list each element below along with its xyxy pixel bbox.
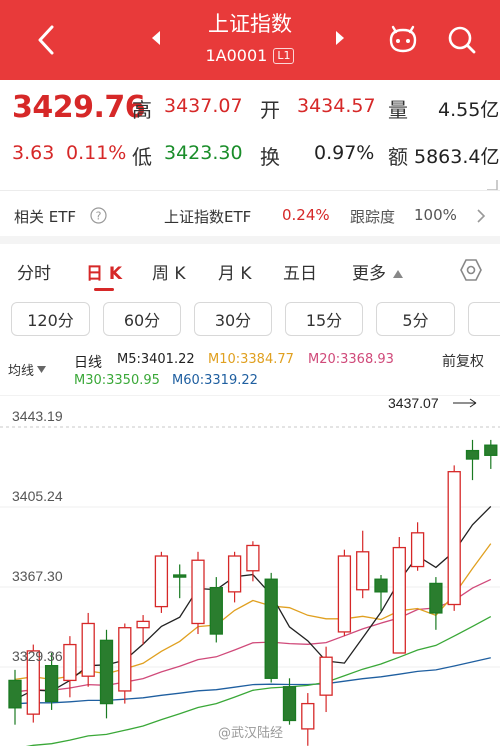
tab-five-day[interactable]: 五日	[283, 259, 317, 284]
candle-up	[81, 622, 95, 677]
period-5min-button[interactable]: 5分	[376, 302, 455, 336]
adjust-mode-label[interactable]: 前复权	[442, 351, 484, 371]
y-tick-label: 3367.30	[12, 568, 63, 584]
change-value: 3.63	[12, 142, 55, 164]
back-icon[interactable]	[26, 22, 66, 58]
candlestick-chart[interactable]: 3443.19 3405.24 3367.30 3329.36 3437.07	[0, 395, 500, 746]
period-60min-button[interactable]: 60分	[103, 302, 181, 336]
high-label: 高	[132, 98, 152, 122]
high-value: 3437.07	[164, 95, 243, 117]
candle-down	[173, 574, 187, 578]
max-price-annotation: 3437.07	[388, 395, 439, 411]
indicator-selector[interactable]: 均线	[8, 358, 64, 380]
etf-name: 上证指数ETF	[164, 208, 252, 226]
app-header: 上证指数 1A0001 L1	[0, 0, 500, 80]
candle-up	[118, 627, 132, 692]
candle-down	[264, 578, 278, 679]
candle-down	[8, 679, 22, 709]
candle-up	[246, 544, 260, 572]
candle-down	[209, 586, 223, 635]
related-etf-label: 相关 ETF	[14, 208, 77, 226]
candle-up	[356, 551, 370, 591]
candle-down	[484, 444, 498, 456]
settings-hex-icon[interactable]	[459, 258, 483, 286]
candle-up	[392, 546, 406, 654]
tab-daily-k[interactable]: 日 K	[86, 259, 122, 284]
open-label: 开	[260, 98, 280, 122]
tab-weekly-k[interactable]: 周 K	[152, 259, 186, 284]
period-more-button[interactable]	[468, 302, 500, 336]
expand-corner-icon[interactable]	[486, 176, 498, 195]
robot-assistant-icon[interactable]	[386, 25, 420, 59]
period-30min-button[interactable]: 30分	[194, 302, 272, 336]
candle-down	[374, 578, 388, 593]
search-icon[interactable]	[446, 24, 478, 60]
title-block: 上证指数 1A0001 L1	[150, 10, 350, 68]
indicator-selector-label: 均线	[8, 363, 35, 379]
active-tab-indicator	[94, 288, 114, 291]
candle-up	[410, 532, 425, 568]
page-title: 上证指数	[208, 12, 292, 36]
low-label: 低	[132, 145, 152, 169]
candle-down	[465, 449, 480, 460]
candle-down	[99, 639, 114, 705]
candle-up	[447, 471, 461, 606]
ma5-value: M5:3401.22	[117, 352, 195, 367]
change-percent: 0.11%	[66, 142, 127, 164]
ma20-value: M20:3368.93	[308, 352, 394, 367]
level-badge: L1	[273, 48, 295, 64]
tab-more[interactable]: 更多	[352, 259, 386, 284]
caret-up-icon	[392, 264, 404, 283]
candle-down	[282, 686, 297, 722]
turnover-label: 换	[260, 145, 280, 169]
day-line-label: 日线	[74, 355, 102, 371]
help-icon[interactable]: ?	[90, 207, 107, 228]
low-value: 3423.30	[164, 142, 243, 164]
period-15min-button[interactable]: 15分	[285, 302, 363, 336]
y-tick-label: 3443.19	[12, 408, 63, 424]
dropdown-caret-icon	[37, 365, 47, 373]
candle-down	[44, 665, 59, 703]
candle-up	[154, 555, 169, 608]
volume-value: 4.55亿	[438, 99, 500, 121]
candle-up	[191, 559, 205, 625]
ma30-value: M30:3350.95	[74, 373, 160, 388]
candle-up	[136, 620, 150, 629]
watermark: @武汉陆经	[218, 726, 284, 741]
candle-up	[63, 643, 77, 682]
y-tick-label: 3329.36	[12, 648, 63, 664]
chevron-right-icon	[476, 209, 486, 227]
tracking-value: 100%	[414, 206, 457, 224]
etf-change-pct: 0.24%	[282, 206, 330, 224]
candle-up	[227, 555, 242, 593]
candle-down	[429, 582, 443, 614]
period-120min-button[interactable]: 120分	[11, 302, 90, 336]
ma60-value: M60:3319.22	[172, 373, 258, 388]
open-value: 3434.57	[297, 95, 376, 117]
y-tick-label: 3405.24	[12, 488, 63, 504]
candle-up	[319, 656, 333, 696]
candle-up	[301, 702, 315, 730]
turnover-value: 0.97%	[314, 142, 375, 164]
tracking-label: 跟踪度	[350, 208, 396, 226]
volume-label: 量	[388, 98, 408, 122]
tab-monthly-k[interactable]: 月 K	[218, 259, 252, 284]
svg-text:?: ?	[96, 210, 102, 223]
current-price: 3429.76	[12, 90, 146, 125]
next-stock-icon[interactable]	[334, 30, 346, 50]
tab-intraday[interactable]: 分时	[17, 259, 51, 284]
candle-up	[337, 555, 352, 633]
amount-value: 5863.4亿	[414, 146, 500, 168]
stock-code: 1A0001	[205, 46, 268, 65]
ma10-value: M10:3384.77	[208, 352, 294, 367]
related-etf-row[interactable]: 相关 ETF ? 上证指数ETF 0.24% 跟踪度 100%	[0, 203, 500, 229]
amount-label: 额	[388, 145, 408, 169]
